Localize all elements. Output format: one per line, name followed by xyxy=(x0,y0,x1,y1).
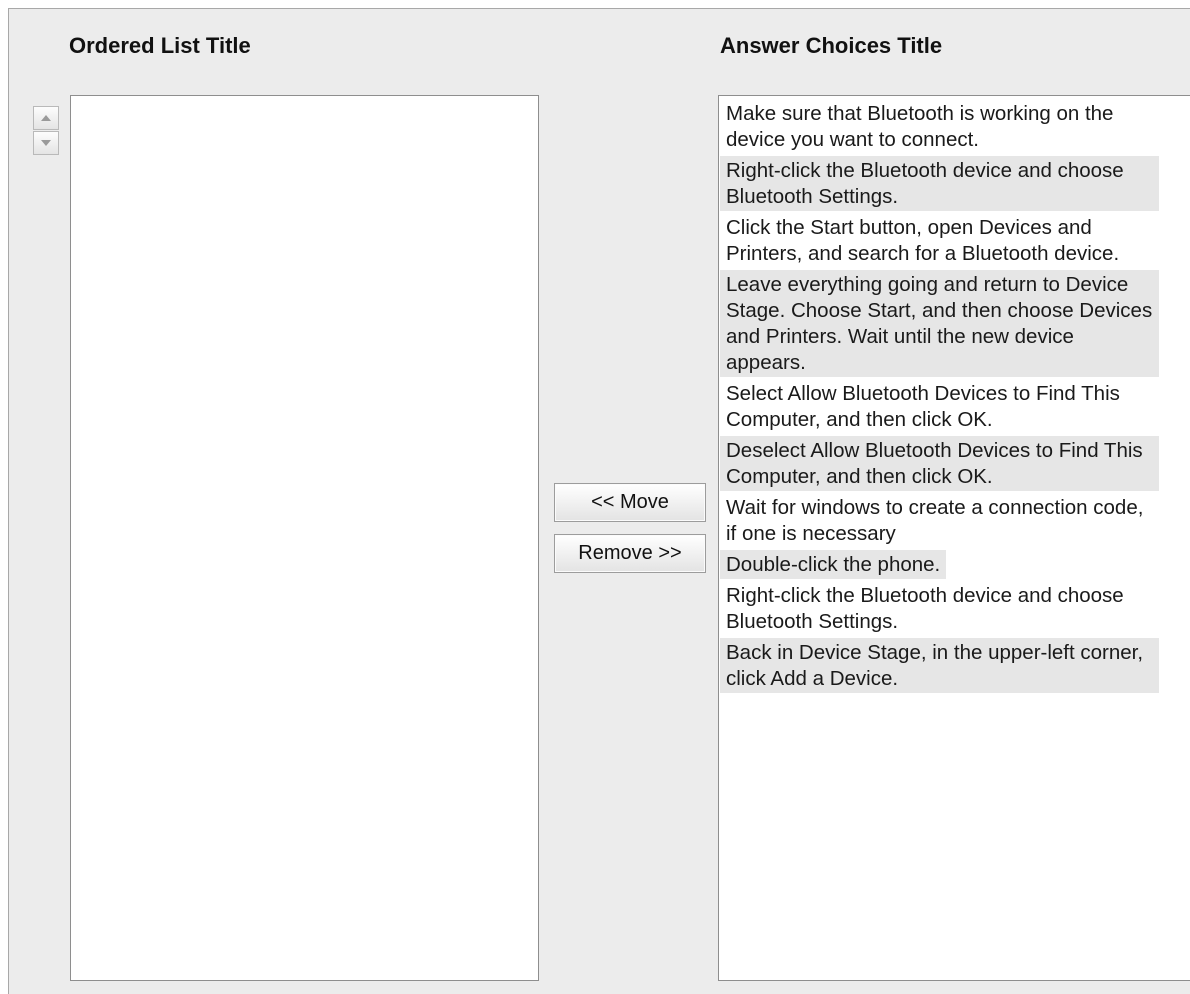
answer-choice-item[interactable]: Deselect Allow Bluetooth Devices to Find… xyxy=(720,436,1159,491)
answer-choice-item[interactable]: Click the Start button, open Devices and… xyxy=(720,213,1159,268)
answer-choices-title: Answer Choices Title xyxy=(720,33,943,58)
ordered-list-title: Ordered List Title xyxy=(69,33,251,58)
ordered-list[interactable] xyxy=(70,95,539,981)
answer-choice-item[interactable]: Right-click the Bluetooth device and cho… xyxy=(720,581,1159,636)
answer-choices-list[interactable]: Make sure that Bluetooth is working on t… xyxy=(718,95,1190,981)
arrow-up-icon xyxy=(41,115,51,121)
move-down-button[interactable] xyxy=(33,131,59,155)
answer-choice-item[interactable]: Double-click the phone. xyxy=(720,550,947,579)
answer-choice-item[interactable]: Wait for windows to create a connection … xyxy=(720,493,1159,548)
answer-choice-item[interactable]: Select Allow Bluetooth Devices to Find T… xyxy=(720,379,1159,434)
answer-choice-item[interactable]: Right-click the Bluetooth device and cho… xyxy=(720,156,1159,211)
answer-choice-item[interactable]: Back in Device Stage, in the upper-left … xyxy=(720,638,1159,693)
arrow-down-icon xyxy=(41,140,51,146)
answer-choice-item[interactable]: Make sure that Bluetooth is working on t… xyxy=(720,99,1159,154)
move-button[interactable]: << Move xyxy=(554,483,706,522)
move-up-button[interactable] xyxy=(33,106,59,130)
remove-button[interactable]: Remove >> xyxy=(554,534,706,573)
answer-choice-item[interactable]: Leave everything going and return to Dev… xyxy=(720,270,1159,377)
ordering-question-panel: Ordered List Title Answer Choices Title … xyxy=(8,8,1190,994)
